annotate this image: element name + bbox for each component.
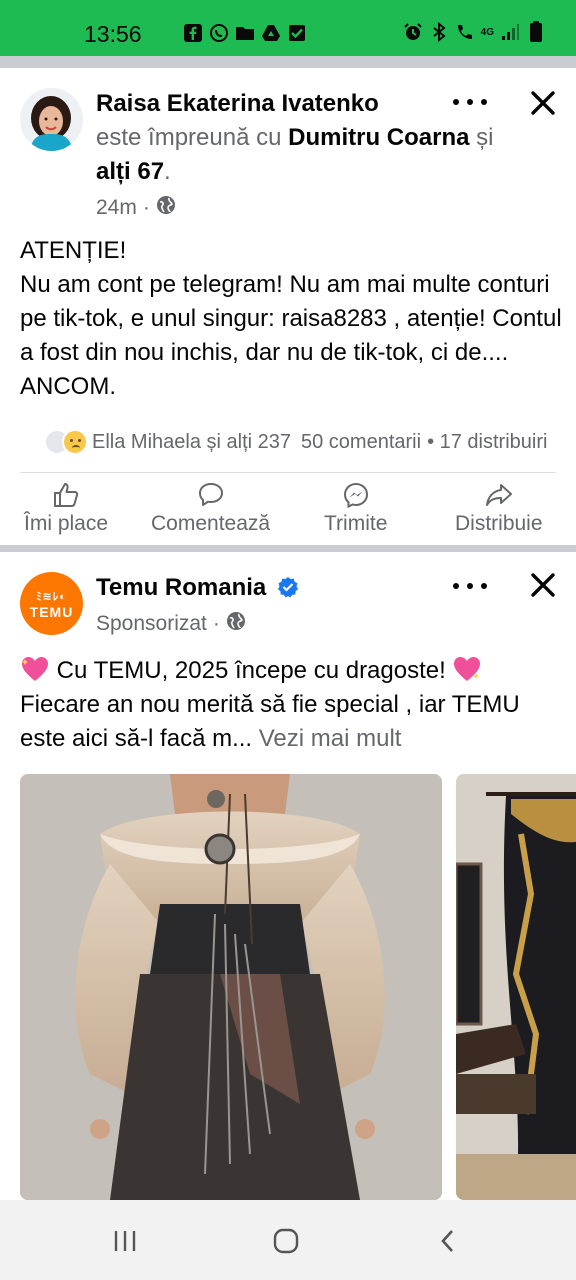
meta-separator: · bbox=[212, 612, 220, 635]
drive-icon bbox=[261, 23, 281, 43]
sad-reaction-icon bbox=[62, 429, 88, 455]
send-button[interactable]: Trimite bbox=[324, 481, 387, 536]
share-icon bbox=[485, 484, 512, 506]
advertiser-name-text: Temu Romania bbox=[96, 574, 267, 601]
like-button[interactable]: Îmi place bbox=[24, 481, 108, 536]
shares-count[interactable]: • 17 distribuiri bbox=[427, 431, 547, 454]
dress-image bbox=[20, 774, 442, 1200]
call-icon bbox=[455, 22, 475, 42]
globe-icon bbox=[156, 195, 176, 221]
like-label: Îmi place bbox=[24, 512, 109, 535]
avatar[interactable] bbox=[20, 88, 83, 151]
messenger-icon bbox=[343, 482, 368, 509]
meta-separator: · bbox=[142, 196, 150, 219]
system-nav-bar bbox=[0, 1200, 576, 1280]
see-more-link[interactable]: Vezi mai mult bbox=[259, 725, 402, 752]
status-right-icons: 4G bbox=[403, 21, 546, 42]
alarm-icon bbox=[403, 22, 423, 42]
curtains-image bbox=[456, 774, 576, 1200]
send-label: Trimite bbox=[324, 512, 388, 535]
status-time: 13:56 bbox=[84, 21, 142, 47]
signal-icon bbox=[500, 22, 520, 42]
reactions-text[interactable]: Ella Mihaela și alți 237 bbox=[92, 431, 291, 454]
advertiser-name[interactable]: Temu Romania bbox=[96, 574, 299, 602]
sparkling-heart-icon bbox=[20, 655, 50, 683]
close-icon[interactable] bbox=[528, 570, 558, 600]
back-icon[interactable] bbox=[428, 1224, 468, 1258]
status-left-icons bbox=[183, 23, 307, 43]
author-name[interactable]: Raisa Ekaterina Ivatenko bbox=[96, 90, 379, 118]
recent-apps-icon[interactable] bbox=[105, 1224, 145, 1258]
globe-icon bbox=[226, 611, 246, 637]
comment-icon bbox=[198, 483, 223, 506]
tagged-prefix: este împreună cu bbox=[96, 124, 282, 151]
sparkling-heart-icon bbox=[452, 655, 482, 683]
close-icon[interactable] bbox=[528, 88, 558, 118]
more-options-button[interactable] bbox=[453, 92, 487, 112]
temu-logo[interactable]: ﾐ≋ﾚ◐ TEMU bbox=[20, 572, 83, 635]
sponsored-label[interactable]: Sponsorizat bbox=[96, 612, 207, 636]
post-actions: Îmi place Comentează Trimite Distribuie bbox=[0, 481, 576, 541]
ad-carousel[interactable] bbox=[0, 774, 576, 1200]
comment-label: Comentează bbox=[151, 512, 271, 535]
post-temu: ﾐ≋ﾚ◐ TEMU Temu Romania Sponsorizat · Cu … bbox=[0, 552, 576, 1200]
more-options-button[interactable] bbox=[453, 576, 487, 596]
reactions-summary[interactable]: Ella Mihaela și alți 237 50 comentarii •… bbox=[44, 427, 576, 457]
post-raisa: Raisa Ekaterina Ivatenko este împreună c… bbox=[0, 68, 576, 545]
bluetooth-icon bbox=[429, 22, 449, 42]
network-type: 4G bbox=[480, 26, 494, 38]
thumbs-up-icon bbox=[54, 483, 79, 507]
tagged-person-first[interactable]: Dumitru bbox=[288, 124, 380, 151]
tagged-and: și bbox=[476, 124, 494, 151]
facebook-icon bbox=[183, 23, 203, 43]
post-time[interactable]: 24m bbox=[96, 196, 137, 220]
temu-logo-text: TEMU bbox=[29, 603, 74, 620]
reaction-icons bbox=[44, 429, 88, 455]
status-bar: 13:56 4G bbox=[0, 0, 576, 56]
home-icon[interactable] bbox=[266, 1224, 306, 1258]
divider bbox=[20, 472, 556, 473]
tagged-line: este împreună cu Dumitru Coarna și alți … bbox=[96, 121, 496, 189]
tagged-others-link[interactable]: alți 67 bbox=[96, 158, 164, 185]
carousel-item-curtains[interactable] bbox=[456, 774, 576, 1200]
share-button[interactable]: Distribuie bbox=[455, 481, 543, 536]
post-meta: 24m · bbox=[96, 195, 176, 221]
comments-count[interactable]: 50 comentarii bbox=[301, 431, 421, 454]
tagged-person-second[interactable]: Coarna bbox=[387, 124, 470, 151]
folder-icon bbox=[235, 23, 255, 43]
battery-icon bbox=[526, 21, 546, 42]
share-label: Distribuie bbox=[455, 512, 543, 535]
whatsapp-icon bbox=[209, 23, 229, 43]
checkbox-icon bbox=[287, 23, 307, 43]
ad-body-line1: Cu TEMU, 2025 începe cu dragoste! bbox=[56, 657, 446, 684]
temu-logo-mark: ﾐ≋ﾚ◐ bbox=[36, 590, 67, 603]
ad-body: Cu TEMU, 2025 începe cu dragoste! Fiecar… bbox=[20, 654, 565, 756]
sponsored-meta: Sponsorizat · bbox=[96, 611, 246, 637]
post-body: ATENȚIE! Nu am cont pe telegram! Nu am m… bbox=[20, 237, 562, 400]
verified-badge-icon bbox=[277, 576, 299, 598]
comment-button[interactable]: Comentează bbox=[151, 481, 270, 536]
tagged-period: . bbox=[164, 158, 171, 185]
carousel-item-dress[interactable] bbox=[20, 774, 442, 1200]
